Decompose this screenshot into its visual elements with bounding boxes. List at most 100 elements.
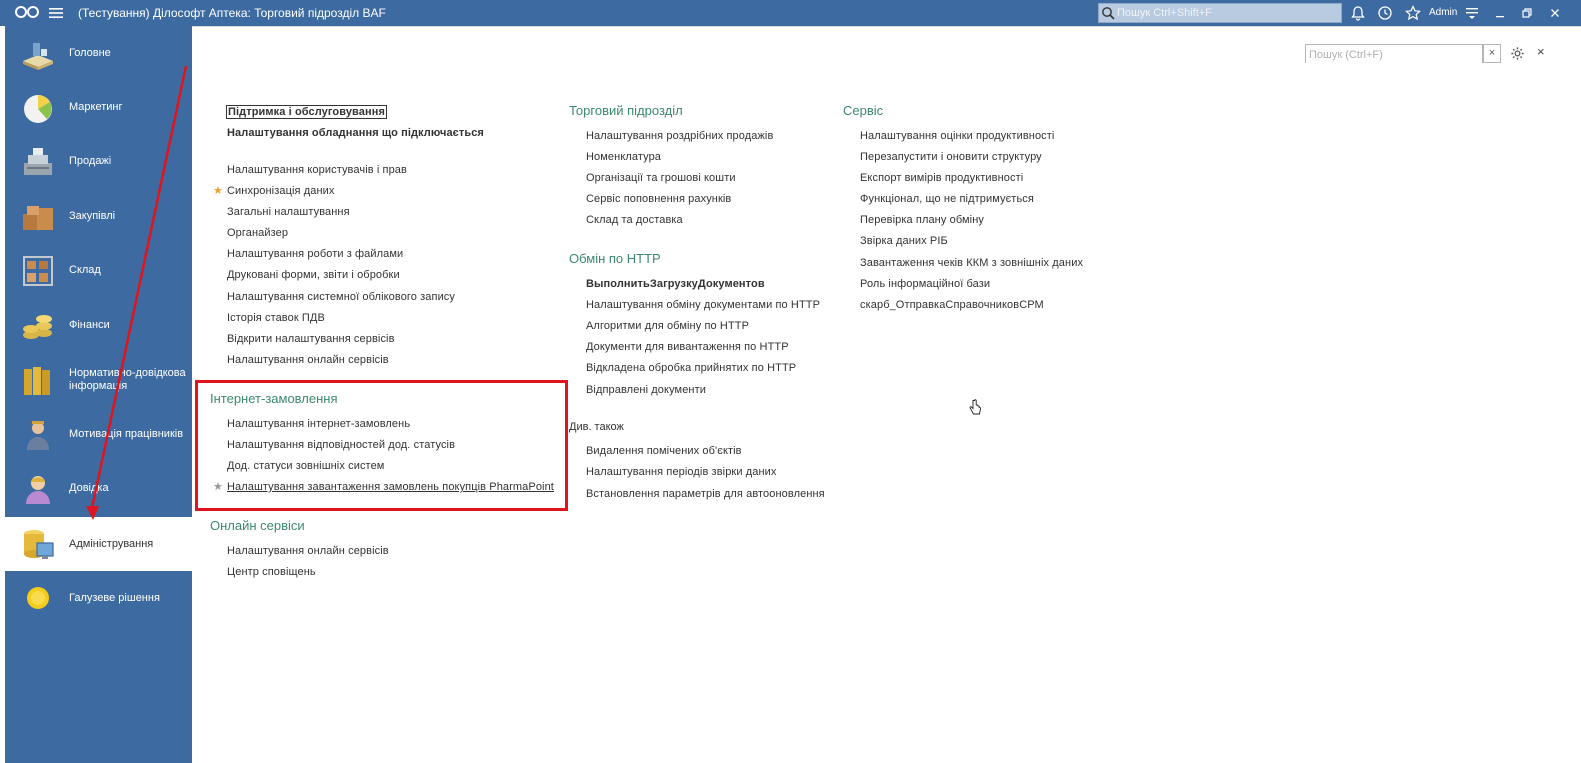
support-maintenance-link[interactable]: Підтримка і обслуговування: [226, 105, 387, 119]
help-person-icon: [19, 470, 57, 508]
title-bar: (Тестування) Дiлософт Аптека: Торговий п…: [0, 0, 1581, 26]
sidebar-item-warehouse[interactable]: Склад: [5, 244, 192, 298]
service-link[interactable]: Звірка даних РІБ: [860, 235, 948, 247]
gear-icon[interactable]: [1510, 46, 1525, 66]
favorites-star-icon[interactable]: [1405, 5, 1421, 21]
see-also-link[interactable]: Налаштування періодів звірки даних: [586, 466, 776, 478]
restore-window-icon[interactable]: [1519, 5, 1535, 21]
col1-link[interactable]: Налаштування системної облікового запису: [227, 291, 455, 303]
sidebar-item-reference-info[interactable]: Нормативно-довідкова інформація: [5, 353, 192, 407]
sidebar-item-label: Мотивація працівників: [69, 428, 184, 440]
sidebar-item-main[interactable]: Головне: [5, 27, 192, 81]
col1-link[interactable]: Синхронізація даних: [227, 185, 335, 197]
sun-icon: [19, 579, 57, 617]
col1-link[interactable]: Відкрити налаштування сервісів: [227, 333, 395, 345]
internet-orders-link[interactable]: Налаштування інтернет-замовлень: [227, 418, 410, 430]
trade-unit-link[interactable]: Номенклатура: [586, 151, 661, 163]
see-also-label: Див. також: [569, 421, 624, 433]
global-search-input[interactable]: [1117, 5, 1339, 21]
see-also-link[interactable]: Видалення помічених об'єктів: [586, 445, 742, 457]
internet-orders-link[interactable]: Дод. статуси зовнішніх систем: [227, 460, 384, 472]
col1-link[interactable]: Налаштування користувачів і прав: [227, 164, 407, 176]
sidebar-item-label: Нормативно-довідкова інформація: [69, 367, 186, 392]
sidebar-item-finance[interactable]: Фінанси: [5, 299, 192, 353]
col1-link[interactable]: Налаштування онлайн сервісів: [227, 354, 389, 366]
col1-link[interactable]: Друковані форми, звіти і обробки: [227, 269, 400, 281]
window-title: (Тестування) Дiлософт Аптека: Торговий п…: [78, 6, 386, 20]
settings-lines-icon[interactable]: [1464, 5, 1480, 21]
service-link[interactable]: Налаштування оцінки продуктивності: [860, 130, 1054, 142]
coins-icon: [19, 307, 57, 345]
admin-database-icon: [19, 525, 57, 563]
service-link[interactable]: Роль інформаційної бази: [860, 278, 990, 290]
home-desk-icon: [19, 35, 57, 73]
service-link[interactable]: Перевірка плану обміну: [860, 214, 984, 226]
http-exchange-link[interactable]: Документи для вивантаження по HTTP: [586, 341, 789, 353]
col1-link[interactable]: Органайзер: [227, 227, 288, 239]
sidebar-item-label: Галузеве рішення: [69, 592, 160, 604]
connected-equipment-link[interactable]: Налаштування обладнання що підключається: [227, 127, 484, 139]
service-title: Сервіс: [843, 103, 884, 118]
pharmapoint-orders-link[interactable]: Налаштування завантаження замовлень поку…: [227, 481, 554, 493]
close-window-icon[interactable]: [1547, 5, 1563, 21]
service-link[interactable]: Перезапустити і оновити структуру: [860, 151, 1042, 163]
pie-chart-icon: [19, 89, 57, 127]
http-exchange-link[interactable]: Відкладена обробка прийнятих по HTTP: [586, 362, 796, 374]
sidebar-item-marketing[interactable]: Маркетинг: [5, 81, 192, 135]
favorite-star-icon[interactable]: ★: [213, 480, 223, 493]
online-services-title: Онлайн сервіси: [210, 518, 305, 533]
http-exchange-link[interactable]: Алгоритми для обміну по HTTP: [586, 320, 749, 332]
hamburger-menu-icon[interactable]: [49, 6, 63, 24]
online-services-link[interactable]: Центр сповіщень: [227, 566, 316, 578]
close-panel-button[interactable]: ×: [1537, 44, 1545, 59]
user-name[interactable]: Admin: [1429, 7, 1457, 18]
internet-orders-link[interactable]: Налаштування відповідностей дод. статусі…: [227, 439, 455, 451]
warehouse-shelf-icon: [19, 252, 57, 290]
minimize-icon[interactable]: [1492, 5, 1508, 21]
trade-unit-link[interactable]: Налаштування роздрібних продажів: [586, 130, 773, 142]
search-icon: [1101, 6, 1115, 25]
hand-cursor-icon: [968, 399, 982, 422]
sidebar-item-label: Довідка: [69, 482, 109, 494]
http-exchange-title: Обмін по HTTP: [569, 251, 661, 266]
cash-register-icon: [19, 143, 57, 181]
online-services-link[interactable]: Налаштування онлайн сервісів: [227, 545, 389, 557]
bell-icon[interactable]: [1350, 5, 1366, 21]
app-logo-icon[interactable]: [14, 5, 40, 24]
sidebar-item-administration[interactable]: Адміністрування: [5, 517, 192, 571]
service-link[interactable]: Функціонал, що не підтримується: [860, 193, 1034, 205]
sidebar-item-industry-solution[interactable]: Галузеве рішення: [5, 571, 192, 625]
worker-icon: [19, 416, 57, 454]
sidebar-item-label: Адміністрування: [69, 538, 154, 550]
sidebar-item-purchases[interactable]: Закупівлі: [5, 190, 192, 244]
panel-search[interactable]: [1305, 44, 1483, 64]
clear-search-button[interactable]: ×: [1483, 44, 1501, 63]
http-exchange-link[interactable]: ВыполнитьЗагрузкуДокументов: [586, 278, 765, 290]
favorite-star-icon[interactable]: ★: [213, 184, 223, 197]
sidebar-item-sales[interactable]: Продажі: [5, 135, 192, 189]
sidebar-item-label: Закупівлі: [69, 210, 116, 222]
service-link[interactable]: скарб_ОтправкаСправочниковСРМ: [860, 299, 1044, 311]
global-search[interactable]: [1098, 3, 1342, 23]
boxes-icon: [19, 198, 57, 236]
col1-link[interactable]: Загальні налаштування: [227, 206, 350, 218]
service-link[interactable]: Завантаження чеків ККМ з зовнішніх даних: [860, 257, 1083, 269]
panel-search-input[interactable]: [1306, 46, 1482, 64]
http-exchange-link[interactable]: Налаштування обміну документами по HTTP: [586, 299, 820, 311]
internet-orders-title: Інтернет-замовлення: [210, 391, 338, 406]
sidebar-item-label: Склад: [69, 264, 101, 276]
http-exchange-link[interactable]: Відправлені документи: [586, 384, 706, 396]
sidebar-item-label: Головне: [69, 47, 111, 59]
sidebar-item-help[interactable]: Довідка: [5, 462, 192, 516]
sidebar-item-label: Маркетинг: [69, 101, 123, 113]
trade-unit-link[interactable]: Сервіс поповнення рахунків: [586, 193, 731, 205]
col1-link[interactable]: Налаштування роботи з файлами: [227, 248, 403, 260]
trade-unit-link[interactable]: Склад та доставка: [586, 214, 683, 226]
col1-link[interactable]: Історія ставок ПДВ: [227, 312, 325, 324]
sidebar-item-label: Фінанси: [69, 319, 110, 331]
trade-unit-link[interactable]: Організації та грошові кошти: [586, 172, 736, 184]
see-also-link[interactable]: Встановлення параметрів для автооновленн…: [586, 488, 825, 500]
history-icon[interactable]: [1377, 5, 1393, 21]
sidebar-item-staff-motivation[interactable]: Мотивація працівників: [5, 408, 192, 462]
service-link[interactable]: Експорт вимірів продуктивності: [860, 172, 1023, 184]
